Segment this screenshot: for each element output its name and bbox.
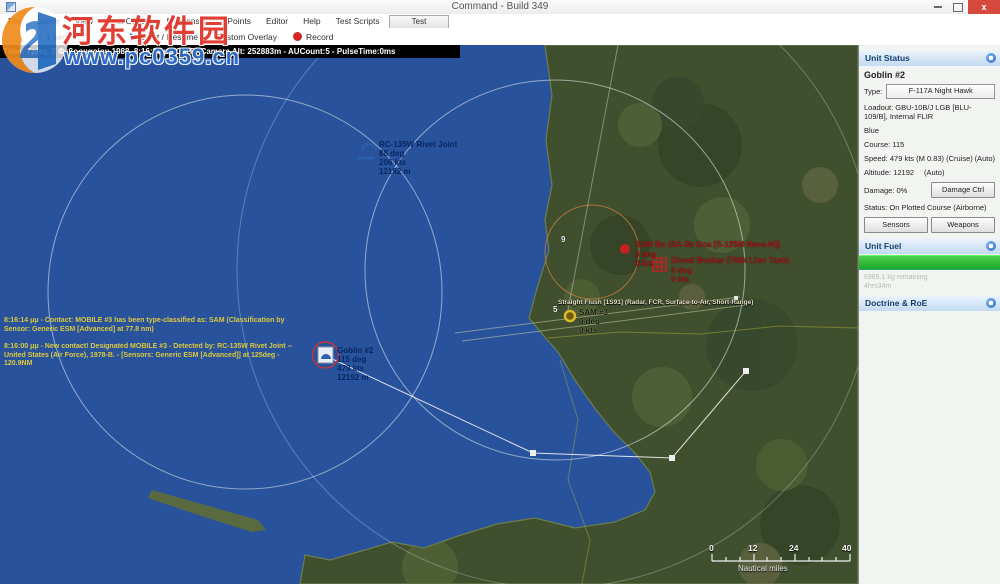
speed-auto-text: (Auto) xyxy=(974,154,995,163)
menu-bar: File Game View Unit Orders Missions + Re… xyxy=(0,14,1000,29)
unit-fuel-header[interactable]: Unit Fuel xyxy=(859,239,1000,254)
unknown-sam-icon[interactable] xyxy=(563,309,577,323)
map-graphics xyxy=(47,45,858,584)
pin-icon[interactable] xyxy=(986,298,996,308)
record-icon xyxy=(292,32,302,41)
fuel-gauge xyxy=(859,255,1000,270)
hostile-sam-icon[interactable] xyxy=(620,244,630,254)
log-message: 8:16:14 μμ - Contact: MOBILE #3 has been… xyxy=(4,317,285,333)
window-title: Command - Build 349 xyxy=(451,1,549,12)
time-status-bar: Time: Τρίτη, 2 Φεβρουαρίου 1988, 8:16:36… xyxy=(0,45,460,58)
menu-editor[interactable]: Editor xyxy=(266,16,288,26)
rc135-label: RC-135W Rivet Joint 88 deg 206 kts 12192… xyxy=(379,140,457,176)
peninsula xyxy=(148,490,266,532)
header-label: Unit Status xyxy=(865,53,910,63)
scale-tick-label: 0 xyxy=(709,543,714,553)
course-text: Course: 115 xyxy=(864,140,905,149)
damage-text: Damage: 0% xyxy=(864,185,908,195)
app-window: Command - Build 349 x File Game View Uni… xyxy=(0,0,1000,584)
maximize-button[interactable] xyxy=(948,0,968,14)
bunker-label: Diesel Bunker (750k Liter Tank) 0 deg 0 … xyxy=(671,256,790,285)
altitude-auto-text: (Auto) xyxy=(924,168,945,177)
menu-game[interactable]: Game xyxy=(37,16,60,26)
record-toggle[interactable]: Record xyxy=(306,32,333,42)
menu-help[interactable]: Help xyxy=(303,16,320,26)
type-label: Type: xyxy=(864,87,883,96)
unit-speed: 0 kts xyxy=(671,275,690,284)
unit-name: RC-135W Rivet Joint xyxy=(379,140,458,149)
sensors-button[interactable]: Sensors xyxy=(864,217,928,233)
unit-altitude: 12192 m xyxy=(337,373,369,382)
maximize-icon xyxy=(953,2,963,12)
title-bar: Command - Build 349 x xyxy=(0,0,1000,14)
header-label: Doctrine & RoE xyxy=(865,298,928,308)
scale-unit-label: Nautical miles xyxy=(738,564,788,573)
pin-icon[interactable] xyxy=(986,241,996,251)
altitude-text: Altitude: 12192 xyxy=(864,168,915,177)
speed-text: Speed: 479 kts (M 0.83) (Cruise) xyxy=(864,154,973,163)
close-button[interactable]: x xyxy=(968,0,1000,14)
waypoint-marker[interactable] xyxy=(669,455,675,461)
unit-heading: 115 deg xyxy=(337,355,367,364)
sensor-tooltip: Straight Flush [1S91] (Radar, FCR, Surfa… xyxy=(558,299,754,306)
waypoint-number: 5 xyxy=(553,305,558,314)
loadout-text: Loadout: GBU-10B/J LGB [BLU-109/B], Inte… xyxy=(864,103,972,121)
unit-name: SAM Bn (SA-3b Goa [S-125M Neva-M]) xyxy=(635,240,781,249)
map-viewport[interactable]: Time: Τρίτη, 2 Φεβρουαρίου 1988, 8:16:36… xyxy=(0,45,858,584)
minimize-icon xyxy=(934,6,942,8)
pin-icon[interactable] xyxy=(986,53,996,63)
fuel-endurance: 4hrs34m xyxy=(864,283,892,290)
unit-heading: 0 deg xyxy=(579,317,600,326)
menu-missions[interactable]: Missions + Ref. Points xyxy=(167,16,251,26)
scale-tick-label: 12 xyxy=(748,543,758,553)
menu-test-scripts[interactable]: Test Scripts xyxy=(336,16,380,26)
minimize-button[interactable] xyxy=(928,0,948,14)
menu-unit-orders[interactable]: Unit Orders xyxy=(108,16,151,26)
unit-speed: 479 kts xyxy=(337,364,365,373)
play-icon xyxy=(130,32,138,41)
custom-overlay-button[interactable]: Custom Overlay xyxy=(216,32,277,42)
unit-speed: 206 kts xyxy=(379,158,407,167)
test-button[interactable]: Test xyxy=(389,15,449,29)
unit-type-button[interactable]: F-117A Night Hawk xyxy=(886,84,995,99)
fuel-remaining: 6985.1 kg remaining xyxy=(864,274,928,281)
menu-view[interactable]: View xyxy=(75,16,93,26)
scale-tick-label: 24 xyxy=(789,543,799,553)
friendly-air-icon[interactable] xyxy=(361,143,377,152)
log-message: 8:16:00 μμ - New contact! Designated MOB… xyxy=(4,343,293,367)
waypoint-number: 9 xyxy=(561,235,566,244)
header-label: Unit Fuel xyxy=(865,241,902,251)
unit-status-panel: Goblin #2 Type: F-117A Night Hawk Loadou… xyxy=(859,66,1000,237)
sidebar: Unit Status Goblin #2 Type: F-117A Night… xyxy=(858,45,1000,584)
side-text: Blue xyxy=(864,126,880,135)
selected-unit-name: Goblin #2 xyxy=(864,70,906,80)
damage-ctrl-button[interactable]: Damage Ctrl xyxy=(931,182,995,198)
unit-altitude: 12192 m xyxy=(379,167,411,176)
status-text: Status: On Plotted Course (Airborne) xyxy=(864,203,987,212)
toolbar: 1 sec Start / Resume Custom Overlay Reco… xyxy=(0,28,1000,45)
unit-name: SAM #3 xyxy=(579,308,608,317)
unit-name: Diesel Bunker (750k Liter Tank) xyxy=(671,256,790,265)
time-compression-select[interactable]: 1 sec xyxy=(46,32,66,42)
unit-name: Goblin #2 xyxy=(337,346,374,355)
unit-status-header[interactable]: Unit Status xyxy=(859,51,1000,66)
unit-heading: 0 deg xyxy=(671,265,692,275)
waypoint-marker[interactable] xyxy=(530,450,536,456)
doctrine-header[interactable]: Doctrine & RoE xyxy=(859,296,1000,311)
unit-speed: 0 kts xyxy=(579,326,598,335)
fuel-details: 6985.1 kg remaining 4hrs34m xyxy=(859,270,1000,294)
scale-tick-label: 40 xyxy=(842,543,852,553)
menu-file[interactable]: File xyxy=(8,16,22,26)
unit-heading: 88 deg xyxy=(379,149,405,158)
sam3-label: SAM #3 0 deg 0 kts xyxy=(579,308,608,335)
waypoint-marker[interactable] xyxy=(743,368,749,374)
start-resume-button[interactable]: Start / Resume xyxy=(141,32,198,42)
weapons-button[interactable]: Weapons xyxy=(931,217,995,233)
goblin-label: Goblin #2 115 deg 479 kts 12192 m xyxy=(337,346,373,382)
